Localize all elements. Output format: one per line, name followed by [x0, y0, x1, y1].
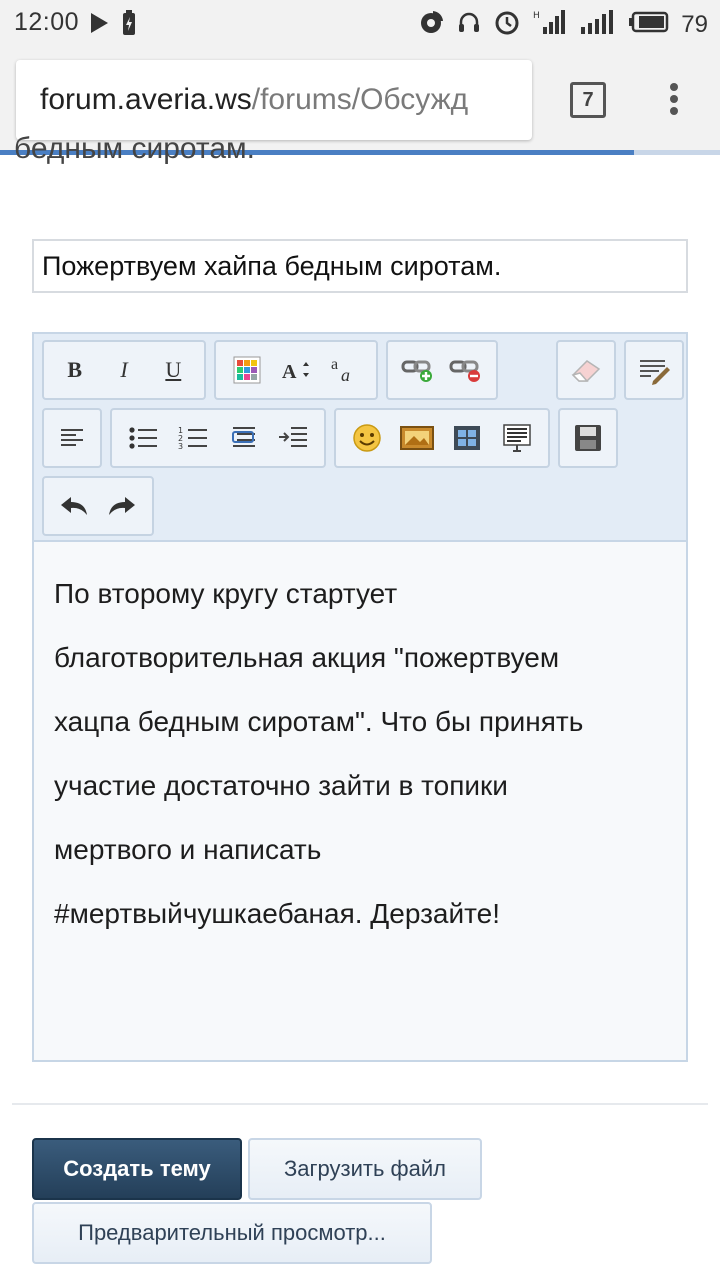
thread-heading-fragment: бедным сиротам.	[14, 132, 255, 165]
text-style-group: B I U	[42, 340, 206, 400]
tab-switcher-button[interactable]: 7	[570, 82, 606, 118]
message-editor: B I U A aa 1 2 3 По второму кругу старту…	[32, 332, 688, 1062]
status-time: 12:00	[14, 8, 80, 36]
remove-format-group	[556, 340, 616, 400]
link-group	[386, 340, 498, 400]
create-topic-button[interactable]: Создать тему	[32, 1138, 242, 1200]
editor-toolbar: B I U A aa 1 2 3	[34, 334, 686, 542]
editor-line: благотворительная акция "пожертвуем	[54, 642, 560, 673]
editor-line: хацпа бедным сиротам". Что бы принять	[54, 706, 584, 737]
unlink-icon[interactable]	[446, 350, 486, 390]
svg-text:a: a	[331, 356, 338, 373]
editor-line: По второму кругу стартует	[54, 578, 398, 609]
text-color-icon[interactable]	[227, 350, 267, 390]
font-group: A aa	[214, 340, 378, 400]
indent-icon[interactable]	[273, 418, 313, 458]
code-block-icon[interactable]	[497, 418, 537, 458]
font-family-icon[interactable]: aa	[325, 350, 365, 390]
italic-button[interactable]: I	[104, 350, 144, 390]
svg-text:A: A	[282, 361, 297, 383]
source-group	[624, 340, 684, 400]
svg-text:3: 3	[178, 442, 183, 451]
ordered-list-icon[interactable]: 123	[173, 418, 213, 458]
signal-h-icon: H	[533, 9, 567, 40]
font-size-icon[interactable]: A	[276, 350, 316, 390]
smilies-icon[interactable]	[347, 418, 387, 458]
svg-text:a: a	[341, 365, 350, 385]
bold-button[interactable]: B	[55, 350, 95, 390]
url-host: forum.averia.ws	[40, 83, 252, 116]
media-icon[interactable]	[447, 418, 487, 458]
preview-button[interactable]: Предварительный просмотр...	[32, 1202, 432, 1264]
battery-saver-icon	[122, 10, 136, 41]
battery-icon	[629, 11, 669, 38]
save-draft-icon[interactable]	[568, 418, 608, 458]
editor-content[interactable]: По второму кругу стартует благотворительн…	[54, 562, 674, 946]
headset-icon	[457, 10, 481, 39]
source-edit-icon[interactable]	[634, 350, 674, 390]
editor-line: #мертвыйчушкаебаная. Дерзайте!	[54, 898, 500, 929]
undo-icon[interactable]	[54, 486, 94, 526]
link-icon[interactable]	[398, 350, 438, 390]
align-left-icon[interactable]	[52, 418, 92, 458]
redo-icon[interactable]	[102, 486, 142, 526]
underline-button[interactable]: U	[153, 350, 193, 390]
unordered-list-icon[interactable]	[123, 418, 163, 458]
editor-line: мертвого и написать	[54, 834, 322, 865]
history-group	[42, 476, 154, 536]
play-icon	[88, 11, 110, 40]
editor-line: участие достаточно зайти в топики	[54, 770, 508, 801]
overflow-menu-icon[interactable]	[662, 80, 686, 120]
address-bar[interactable]: forum.averia.ws/forums/Обсужд	[16, 60, 532, 140]
battery-percent: 79	[681, 10, 708, 38]
signal-icon	[579, 9, 617, 40]
status-bar: 12:00 H 79	[0, 0, 720, 46]
url-path: /forums/Обсужд	[251, 83, 469, 116]
align-group	[42, 408, 102, 468]
outdent-icon[interactable]	[223, 418, 263, 458]
image-icon[interactable]	[397, 418, 437, 458]
alarm-icon	[493, 8, 521, 41]
pie-icon	[419, 9, 445, 40]
upload-file-button[interactable]: Загрузить файл	[248, 1138, 482, 1200]
form-divider	[12, 1103, 708, 1105]
eraser-icon[interactable]	[566, 350, 606, 390]
topic-title-input[interactable]: Пожертвуем хайпа бедным сиротам.	[32, 239, 688, 293]
save-group	[558, 408, 618, 468]
svg-text:H: H	[533, 11, 540, 21]
insert-group	[334, 408, 550, 468]
list-group: 123	[110, 408, 326, 468]
